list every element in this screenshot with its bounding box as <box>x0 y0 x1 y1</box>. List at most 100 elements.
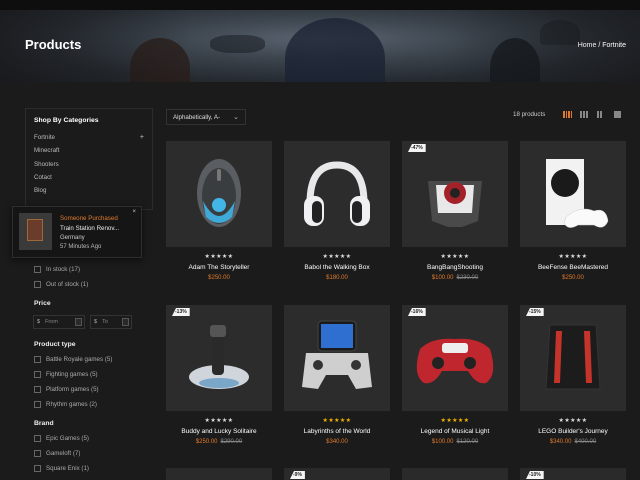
product-name[interactable]: BeeFense BeeMastered <box>520 264 626 271</box>
category-label: Fortnite <box>34 134 55 141</box>
product-card[interactable]: -47% ★★★★★ BangBangShooting $100.00 $230.… <box>402 141 508 281</box>
product-image-console[interactable] <box>520 141 626 247</box>
filter-label: Out of stock (1) <box>46 281 89 288</box>
product-image-streaming-device[interactable]: -15% <box>520 305 626 411</box>
product-thumbnail <box>19 213 52 250</box>
checkbox[interactable] <box>34 450 41 457</box>
product-image-phone-controller[interactable] <box>284 305 390 411</box>
grid-3-columns-icon[interactable] <box>580 111 589 118</box>
plus-icon[interactable]: + <box>140 134 144 147</box>
category-label: Cotact <box>34 173 52 181</box>
product-name[interactable]: BangBangShooting <box>402 264 508 271</box>
category-item-blog[interactable]: Blog <box>34 187 144 200</box>
page-hero-banner: Products Home / Fortnite <box>0 10 640 82</box>
filter-brand[interactable]: Gameloft (7) <box>34 450 80 457</box>
checkbox[interactable] <box>34 371 41 378</box>
checkbox[interactable] <box>34 435 41 442</box>
product-price: $250.00 <box>208 275 230 281</box>
star-rating: ★★★★★ <box>204 418 234 424</box>
breadcrumb: Home / Fortnite <box>578 42 626 49</box>
filter-product-type[interactable]: Platform games (5) <box>34 386 99 393</box>
product-name[interactable]: Labyrinths of the World <box>284 428 390 435</box>
product-card[interactable]: ★★★★★ Labyrinths of the World $340.00 <box>284 305 390 445</box>
filter-brand[interactable]: Epic Games (5) <box>34 435 89 442</box>
product-image-controller-grip[interactable]: -47% <box>402 141 508 247</box>
checkbox[interactable] <box>34 465 41 472</box>
close-icon[interactable]: × <box>132 209 136 215</box>
grid-2-columns-icon[interactable] <box>597 111 606 118</box>
checkbox[interactable] <box>34 386 41 393</box>
currency-symbol: $ <box>37 319 41 325</box>
star-rating: ★★★★★ <box>204 254 234 260</box>
product-card[interactable]: -15% ★★★★★ LEGO Builder's Journey $340.0… <box>520 305 626 445</box>
product-card[interactable]: -16% ★★★★★ Legend of Musical Light $100.… <box>402 305 508 445</box>
breadcrumb-separator: / <box>598 42 601 49</box>
product-image-headset[interactable] <box>284 141 390 247</box>
filter-label: Square Enix (1) <box>46 465 89 472</box>
grid-4-columns-icon[interactable] <box>563 111 572 118</box>
product-name[interactable]: Buddy and Lucky Solitaire <box>166 428 272 435</box>
filter-in-stock[interactable]: In stock (17) <box>34 266 80 273</box>
breadcrumb-home-link[interactable]: Home <box>578 42 597 49</box>
product-image-red-gamepad[interactable]: -16% <box>402 305 508 411</box>
category-label: Blog <box>34 187 47 195</box>
product-card-partial[interactable] <box>166 468 272 480</box>
sort-label: Alphabetically, A- <box>173 113 221 121</box>
product-count: 18 products <box>513 111 546 118</box>
category-item-minecraft[interactable]: Minecraft <box>34 147 144 160</box>
price-from-field[interactable]: $ From <box>33 315 85 329</box>
product-name[interactable]: Babol the Walking Box <box>284 264 390 271</box>
product-price: $100.00 $230.00 <box>431 275 479 281</box>
product-price: $180.00 <box>326 275 348 281</box>
sort-dropdown[interactable]: Alphabetically, A- ⌄ <box>166 109 246 125</box>
product-name[interactable]: Legend of Musical Light <box>402 428 508 435</box>
product-price: $100.00 $120.00 <box>431 439 479 445</box>
product-card[interactable]: ★★★★★ BeeFense BeeMastered $250.00 <box>520 141 626 281</box>
filter-label: Gameloft (7) <box>46 450 81 457</box>
checkbox[interactable] <box>34 266 41 273</box>
filter-out-of-stock[interactable]: Out of stock (1) <box>34 281 88 288</box>
stepper-icon[interactable] <box>122 318 129 326</box>
notification-time: 57 Minutes Ago <box>60 244 102 250</box>
star-rating: ★★★★★ <box>322 418 352 424</box>
product-name[interactable]: LEGO Builder's Journey <box>520 428 626 435</box>
product-image-gaming-mouse[interactable] <box>166 141 272 247</box>
star-rating: ★★★★★ <box>322 254 352 260</box>
category-label: Minecraft <box>34 147 60 155</box>
filter-product-type[interactable]: Fighting games (5) <box>34 371 98 378</box>
filter-brand[interactable]: Square Enix (1) <box>34 465 89 472</box>
stepper-icon[interactable] <box>75 318 82 326</box>
product-card[interactable]: -13% ★★★★★ Buddy and Lucky Solitaire $25… <box>166 305 272 445</box>
filter-label: Epic Games (5) <box>46 435 89 442</box>
filter-label: Rhythm games (2) <box>46 401 97 408</box>
product-card-partial[interactable] <box>402 468 508 480</box>
product-image-joystick[interactable]: -13% <box>166 305 272 411</box>
star-rating: ★★★★★ <box>440 254 470 260</box>
notification-product[interactable]: Train Station Renov... <box>60 225 119 232</box>
top-bar <box>0 0 640 10</box>
notification-heading: Someone Purchased <box>60 215 118 222</box>
filter-label: In stock (17) <box>46 266 81 273</box>
checkbox[interactable] <box>34 401 41 408</box>
discount-badge: -10% <box>526 471 544 479</box>
category-item-shooters[interactable]: Shooters <box>34 161 144 174</box>
price-to-placeholder: To <box>102 319 108 325</box>
star-rating: ★★★★★ <box>440 418 470 424</box>
checkbox[interactable] <box>34 356 41 363</box>
list-view-icon[interactable] <box>614 111 623 118</box>
product-card[interactable]: ★★★★★ Babol the Walking Box $180.00 <box>284 141 390 281</box>
filter-product-type[interactable]: Rhythm games (2) <box>34 401 97 408</box>
product-name[interactable]: Adam The Storyteller <box>166 264 272 271</box>
page-title: Products <box>25 37 82 52</box>
category-item-contact[interactable]: Cotact <box>34 174 144 187</box>
filter-label: Battle Royale games (5) <box>46 356 113 363</box>
purchase-notification-popup[interactable]: Someone Purchased Train Station Renov...… <box>12 206 142 258</box>
product-card-partial[interactable]: -9% <box>284 468 390 480</box>
product-card[interactable]: ★★★★★ Adam The Storyteller $250.00 <box>166 141 272 281</box>
category-item-fortnite[interactable]: Fortnite + <box>34 134 144 147</box>
chevron-down-icon: ⌄ <box>233 114 239 121</box>
price-to-field[interactable]: $ To <box>90 315 132 329</box>
checkbox[interactable] <box>34 281 41 288</box>
product-card-partial[interactable]: -10% <box>520 468 626 480</box>
filter-product-type[interactable]: Battle Royale games (5) <box>34 356 112 363</box>
